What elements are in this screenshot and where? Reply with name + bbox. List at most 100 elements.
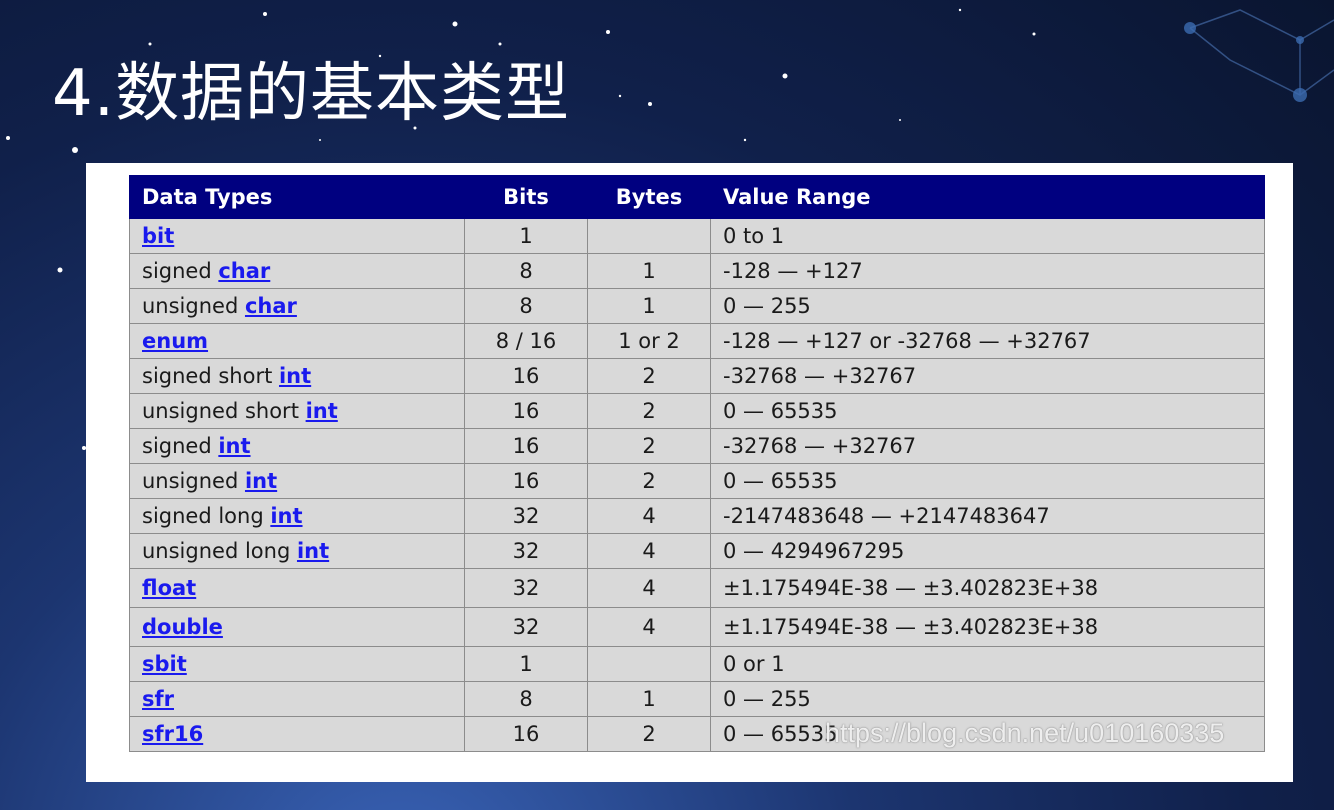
table-panel: Data Types Bits Bytes Value Range bit 1 …: [86, 163, 1293, 782]
table-row: double 32 4 ±1.175494E-38 — ±3.402823E+3…: [129, 607, 1265, 647]
header-value-range: Value Range: [710, 175, 1265, 219]
bytes-cell: 2: [587, 463, 711, 499]
type-keyword-link[interactable]: int: [297, 539, 329, 563]
constellation-nodes: [1184, 22, 1307, 102]
range-cell: -128 — +127: [710, 253, 1265, 289]
bytes-cell: 2: [587, 716, 711, 752]
bytes-cell: 1 or 2: [587, 323, 711, 359]
type-cell: double: [129, 607, 465, 647]
range-cell: 0 — 255: [710, 681, 1265, 717]
bytes-cell: [587, 646, 711, 682]
slide-title: 4.数据的基本类型: [52, 57, 571, 131]
table-row: enum 8 / 16 1 or 2 -128 — +127 or -32768…: [129, 323, 1265, 359]
type-keyword-link[interactable]: char: [245, 294, 297, 318]
bits-cell: 8: [464, 253, 588, 289]
type-cell: signed char: [129, 253, 465, 289]
type-cell: sfr16: [129, 716, 465, 752]
range-cell: ±1.175494E-38 — ±3.402823E+38: [710, 607, 1265, 647]
range-cell: 0 or 1: [710, 646, 1265, 682]
table-row: signed long int 32 4 -2147483648 — +2147…: [129, 498, 1265, 534]
header-bytes: Bytes: [587, 175, 711, 219]
type-cell: sfr: [129, 681, 465, 717]
bits-cell: 16: [464, 463, 588, 499]
bytes-cell: 4: [587, 607, 711, 647]
type-prefix: signed long: [142, 504, 271, 528]
type-cell: bit: [129, 218, 465, 254]
bits-cell: 8 / 16: [464, 323, 588, 359]
type-cell: signed short int: [129, 358, 465, 394]
type-prefix: unsigned: [142, 469, 245, 493]
bytes-cell: 4: [587, 498, 711, 534]
data-types-table: Data Types Bits Bytes Value Range bit 1 …: [129, 175, 1265, 752]
bytes-cell: 1: [587, 288, 711, 324]
type-cell: float: [129, 568, 465, 608]
range-cell: -128 — +127 or -32768 — +32767: [710, 323, 1265, 359]
bytes-cell: 4: [587, 568, 711, 608]
bits-cell: 1: [464, 218, 588, 254]
bits-cell: 1: [464, 646, 588, 682]
table-row: unsigned long int 32 4 0 — 4294967295: [129, 533, 1265, 569]
bits-cell: 32: [464, 607, 588, 647]
table-row: signed short int 16 2 -32768 — +32767: [129, 358, 1265, 394]
type-keyword-link[interactable]: int: [279, 364, 311, 388]
type-keyword-link[interactable]: int: [245, 469, 277, 493]
type-keyword-link[interactable]: int: [306, 399, 338, 423]
range-cell: -32768 — +32767: [710, 428, 1265, 464]
bytes-cell: 1: [587, 253, 711, 289]
type-keyword-link[interactable]: sfr16: [142, 722, 203, 746]
bytes-cell: 2: [587, 358, 711, 394]
range-cell: ±1.175494E-38 — ±3.402823E+38: [710, 568, 1265, 608]
table-row: bit 1 0 to 1: [129, 218, 1265, 254]
bits-cell: 32: [464, 533, 588, 569]
type-cell: unsigned short int: [129, 393, 465, 429]
bytes-cell: 2: [587, 393, 711, 429]
range-cell: 0 to 1: [710, 218, 1265, 254]
type-keyword-link[interactable]: sbit: [142, 652, 187, 676]
type-keyword-link[interactable]: int: [270, 504, 302, 528]
range-cell: 0 — 4294967295: [710, 533, 1265, 569]
type-prefix: unsigned short: [142, 399, 306, 423]
range-cell: -2147483648 — +2147483647: [710, 498, 1265, 534]
type-cell: unsigned int: [129, 463, 465, 499]
table-row: unsigned int 16 2 0 — 65535: [129, 463, 1265, 499]
bits-cell: 32: [464, 498, 588, 534]
table-header-row: Data Types Bits Bytes Value Range: [129, 175, 1265, 219]
header-data-types: Data Types: [129, 175, 465, 219]
type-keyword-link[interactable]: float: [142, 576, 196, 600]
type-cell: signed long int: [129, 498, 465, 534]
type-keyword-link[interactable]: enum: [142, 329, 208, 353]
bytes-cell: [587, 218, 711, 254]
type-prefix: unsigned: [142, 294, 245, 318]
type-keyword-link[interactable]: int: [218, 434, 250, 458]
type-prefix: signed: [142, 434, 219, 458]
header-bits: Bits: [464, 175, 588, 219]
table-row: sfr 8 1 0 — 255: [129, 681, 1265, 717]
type-keyword-link[interactable]: char: [218, 259, 270, 283]
type-cell: unsigned long int: [129, 533, 465, 569]
bits-cell: 16: [464, 358, 588, 394]
bits-cell: 8: [464, 288, 588, 324]
type-cell: enum: [129, 323, 465, 359]
table-row: unsigned short int 16 2 0 — 65535: [129, 393, 1265, 429]
type-cell: signed int: [129, 428, 465, 464]
constellation-lines: [1189, 9, 1334, 96]
bytes-cell: 4: [587, 533, 711, 569]
bits-cell: 16: [464, 393, 588, 429]
table-row: unsigned char 8 1 0 — 255: [129, 288, 1265, 324]
type-keyword-link[interactable]: bit: [142, 224, 174, 248]
type-keyword-link[interactable]: double: [142, 615, 223, 639]
type-cell: sbit: [129, 646, 465, 682]
table-row: signed int 16 2 -32768 — +32767: [129, 428, 1265, 464]
range-cell: 0 — 255: [710, 288, 1265, 324]
type-prefix: unsigned long: [142, 539, 297, 563]
type-keyword-link[interactable]: sfr: [142, 687, 174, 711]
range-cell: -32768 — +32767: [710, 358, 1265, 394]
type-prefix: signed: [142, 259, 219, 283]
type-prefix: signed short: [142, 364, 279, 388]
range-cell: 0 — 65535: [710, 393, 1265, 429]
bits-cell: 16: [464, 716, 588, 752]
table-row: signed char 8 1 -128 — +127: [129, 253, 1265, 289]
bits-cell: 32: [464, 568, 588, 608]
type-cell: unsigned char: [129, 288, 465, 324]
bytes-cell: 2: [587, 428, 711, 464]
